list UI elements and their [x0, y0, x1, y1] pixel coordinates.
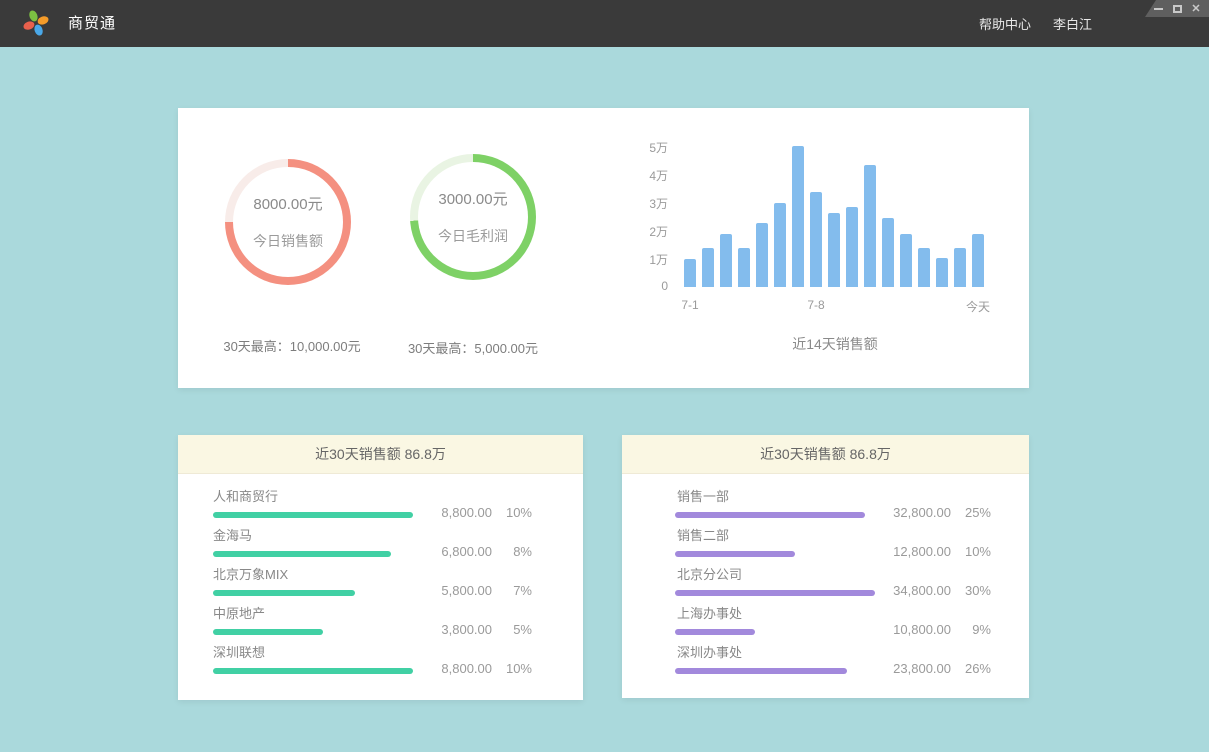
chart-caption: 近14天销售额: [684, 334, 986, 354]
amount-value: 32,800.00: [841, 505, 951, 520]
customer-name: 北京万象MIX: [213, 564, 583, 583]
bar-chart-bars: [684, 130, 986, 287]
chart-bar: [828, 213, 840, 287]
chart-bar: [792, 146, 804, 287]
maximize-icon[interactable]: [1172, 3, 1182, 15]
list-item: 上海办事处 10,800.00 9%: [622, 603, 1029, 642]
user-menu[interactable]: 李白江: [1053, 14, 1092, 33]
amount-value: 8,800.00: [382, 505, 492, 520]
today-sales-gauge: 8000.00元 今日销售额: [225, 159, 351, 285]
department-name: 销售二部: [677, 525, 1029, 544]
y-axis: 5万4万3万2万1万0: [606, 130, 668, 287]
amount-value: 5,800.00: [382, 583, 492, 598]
percent-value: 8%: [492, 544, 532, 559]
percent-value: 10%: [492, 661, 532, 676]
customer-name: 人和商贸行: [213, 486, 583, 505]
list-item: 中原地产 3,800.00 5%: [178, 603, 583, 642]
chart-bar: [864, 165, 876, 287]
chart-bar: [720, 234, 732, 287]
percent-value: 26%: [951, 661, 991, 676]
chart-bar: [882, 218, 894, 287]
window-controls: ✕: [1145, 0, 1209, 17]
list-item: 北京分公司 34,800.00 30%: [622, 564, 1029, 603]
x-tick-label: 今天: [966, 298, 990, 315]
customer-name: 中原地产: [213, 603, 583, 622]
today-profit-label: 今日毛利润: [438, 226, 508, 246]
chart-bar: [972, 234, 984, 287]
customer-name: 金海马: [213, 525, 583, 544]
today-sales-label: 今日销售额: [253, 231, 323, 251]
y-tick-label: 1万: [606, 251, 668, 268]
today-profit-value: 3000.00元: [438, 188, 507, 209]
percent-value: 25%: [951, 505, 991, 520]
amount-value: 8,800.00: [382, 661, 492, 676]
list-item: 深圳办事处 23,800.00 26%: [622, 642, 1029, 681]
amount-value: 6,800.00: [382, 544, 492, 559]
titlebar-nav: 帮助中心 李白江: [979, 0, 1092, 47]
y-tick-label: 3万: [606, 195, 668, 212]
chart-bar: [936, 258, 948, 287]
titlebar: 商贸通 帮助中心 李白江 ✕: [0, 0, 1209, 47]
chart-bar: [900, 234, 912, 287]
y-tick-label: 4万: [606, 167, 668, 184]
customers-sales-card: 近30天销售额 86.8万 人和商贸行 8,800.00 10% 金海马 6,8…: [178, 435, 583, 700]
amount-value: 12,800.00: [841, 544, 951, 559]
amount-value: 10,800.00: [841, 622, 951, 637]
percent-value: 10%: [951, 544, 991, 559]
chart-bar: [954, 248, 966, 287]
chart-bar: [738, 248, 750, 287]
department-name: 深圳办事处: [677, 642, 1029, 661]
customer-name: 深圳联想: [213, 642, 583, 661]
customers-card-title: 近30天销售额 86.8万: [178, 435, 583, 474]
departments-sales-card: 近30天销售额 86.8万 销售一部 32,800.00 25% 销售二部 12…: [622, 435, 1029, 698]
amount-value: 3,800.00: [382, 622, 492, 637]
x-tick-label: 7-8: [807, 298, 824, 312]
chart-bar: [702, 248, 714, 287]
summary-card: 8000.00元 今日销售额 30天最高：10,000.00元 3000.00元…: [178, 108, 1029, 388]
percent-value: 9%: [951, 622, 991, 637]
departments-list: 销售一部 32,800.00 25% 销售二部 12,800.00 10% 北京…: [622, 474, 1029, 681]
close-icon[interactable]: ✕: [1191, 3, 1201, 15]
list-item: 北京万象MIX 5,800.00 7%: [178, 564, 583, 603]
department-name: 上海办事处: [677, 603, 1029, 622]
amount-value: 34,800.00: [841, 583, 951, 598]
chart-bar: [810, 192, 822, 287]
y-tick-label: 5万: [606, 139, 668, 156]
department-name: 销售一部: [677, 486, 1029, 505]
chart-bar: [684, 259, 696, 287]
departments-card-title: 近30天销售额 86.8万: [622, 435, 1029, 474]
amount-value: 23,800.00: [841, 661, 951, 676]
y-tick-label: 2万: [606, 223, 668, 240]
chart-bar: [918, 248, 930, 287]
list-item: 深圳联想 8,800.00 10%: [178, 642, 583, 681]
percent-value: 7%: [492, 583, 532, 598]
profit-30d-max: 30天最高：5,000.00元: [358, 338, 588, 357]
today-sales-value: 8000.00元: [253, 193, 322, 214]
chart-bar: [846, 207, 858, 287]
minimize-icon[interactable]: [1153, 3, 1163, 15]
list-item: 人和商贸行 8,800.00 10%: [178, 486, 583, 525]
list-item: 销售一部 32,800.00 25%: [622, 486, 1029, 525]
pinwheel-logo-icon: [21, 8, 51, 38]
x-axis: 7-17-8今天: [684, 298, 986, 314]
x-tick-label: 7-1: [681, 298, 698, 312]
customers-list: 人和商贸行 8,800.00 10% 金海马 6,800.00 8% 北京万象M…: [178, 474, 583, 681]
chart-bar: [774, 203, 786, 287]
list-item: 金海马 6,800.00 8%: [178, 525, 583, 564]
app-title: 商贸通: [68, 0, 116, 47]
list-item: 销售二部 12,800.00 10%: [622, 525, 1029, 564]
today-profit-gauge: 3000.00元 今日毛利润: [410, 154, 536, 280]
department-name: 北京分公司: [677, 564, 1029, 583]
percent-value: 5%: [492, 622, 532, 637]
help-center-link[interactable]: 帮助中心: [979, 14, 1031, 33]
chart-bar: [756, 223, 768, 287]
percent-value: 10%: [492, 505, 532, 520]
percent-value: 30%: [951, 583, 991, 598]
y-tick-label: 0: [606, 279, 668, 293]
